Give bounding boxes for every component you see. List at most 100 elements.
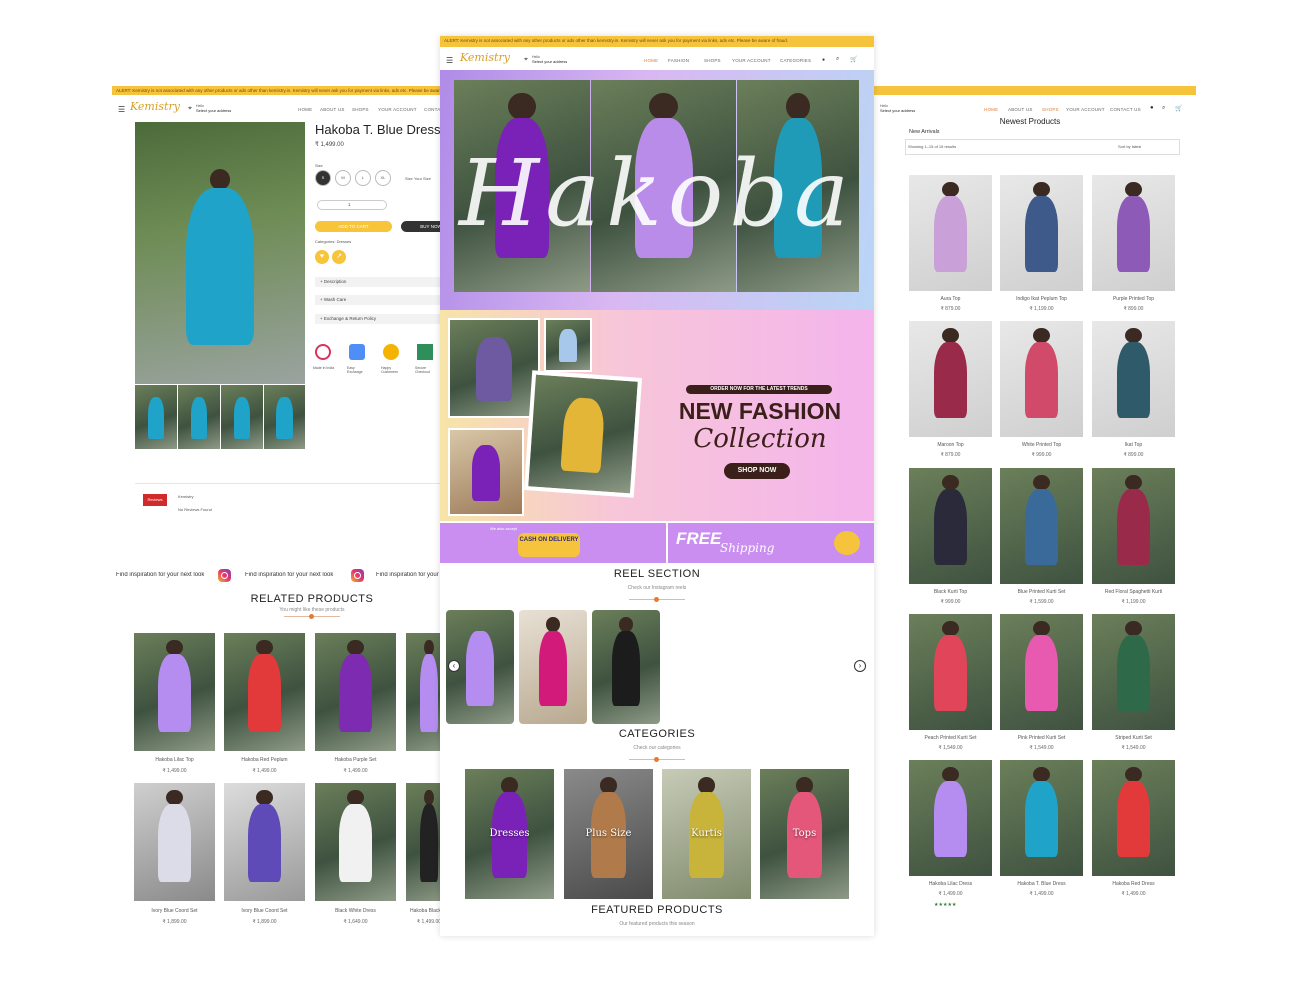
product-main-image[interactable] xyxy=(135,122,305,384)
nav-home[interactable]: HOME xyxy=(984,107,998,112)
product-thumbnail[interactable] xyxy=(221,385,263,449)
related-product-name[interactable]: Ivory Blue Coord Set xyxy=(224,908,305,914)
product-name[interactable]: Hakoba T. Blue Dress xyxy=(1000,881,1083,887)
category-card-dresses[interactable]: Dresses xyxy=(465,769,554,899)
related-product-image[interactable] xyxy=(134,783,215,901)
add-to-cart-button[interactable]: ADD TO CART xyxy=(315,221,392,232)
share-icon[interactable]: ↗ xyxy=(332,250,346,264)
related-product-image[interactable] xyxy=(224,783,305,901)
shop-now-button[interactable]: SHOP NOW xyxy=(724,463,790,479)
location-pin-icon[interactable]: ⌖ xyxy=(188,105,192,113)
search-icon[interactable]: ⌕ xyxy=(836,56,839,63)
chevron-left-icon[interactable]: ‹ xyxy=(448,660,460,672)
logo[interactable]: Kemistry xyxy=(130,100,180,113)
related-product-image[interactable] xyxy=(315,783,396,901)
nav-home[interactable]: HOME xyxy=(644,58,658,63)
product-name[interactable]: Indigo Ikat Peplum Top xyxy=(1000,296,1083,302)
nav-account[interactable]: YOUR ACCOUNT xyxy=(1066,107,1105,112)
logo[interactable]: Kemistry xyxy=(460,51,510,64)
heart-icon[interactable]: ♥ xyxy=(315,250,329,264)
reel-video[interactable] xyxy=(519,610,587,724)
nav-about[interactable]: ABOUT US xyxy=(1008,107,1033,112)
nav-account[interactable]: YOUR ACCOUNT xyxy=(378,107,417,112)
product-thumbnail[interactable] xyxy=(135,385,177,449)
reel-video[interactable] xyxy=(592,610,660,724)
nav-account[interactable]: YOUR ACCOUNT xyxy=(732,58,771,63)
product-image[interactable] xyxy=(909,468,992,584)
related-product-name[interactable]: Hakoba Purple Set xyxy=(315,757,396,763)
product-name[interactable]: Peach Printed Kurti Set xyxy=(909,735,992,741)
sort-select[interactable]: Sort by latest xyxy=(1118,144,1141,149)
product-image[interactable] xyxy=(909,321,992,437)
location-select[interactable]: Select your address xyxy=(196,108,231,113)
product-image[interactable] xyxy=(909,614,992,730)
product-image[interactable] xyxy=(1092,614,1175,730)
product-image[interactable] xyxy=(1092,468,1175,584)
promo-banner[interactable]: ORDER NOW FOR THE LATEST TRENDS NEW FASH… xyxy=(440,310,874,521)
product-image[interactable] xyxy=(1000,614,1083,730)
product-name[interactable]: Hakoba Lilac Dress xyxy=(909,881,992,887)
search-icon[interactable]: ⌕ xyxy=(1162,105,1165,112)
product-name[interactable]: Red Floral Spaghetti Kurti xyxy=(1092,589,1175,595)
size-option[interactable]: L xyxy=(355,170,371,186)
nav-shops[interactable]: SHOPS xyxy=(1042,107,1059,112)
location-select[interactable]: Select your address xyxy=(532,59,567,64)
product-image[interactable] xyxy=(909,760,992,876)
location-select[interactable]: Select your address xyxy=(880,108,915,113)
product-name[interactable]: Aura Top xyxy=(909,296,992,302)
related-product-name[interactable]: Black White Dress xyxy=(315,908,396,914)
product-thumbnail[interactable] xyxy=(178,385,220,449)
hamburger-icon[interactable]: ☰ xyxy=(446,56,453,65)
related-product-name[interactable]: Ivory Blue Coord Set xyxy=(134,908,215,914)
product-name[interactable]: Maroon Top xyxy=(909,442,992,448)
product-name[interactable]: Black Kurti Top xyxy=(909,589,992,595)
accordion-exchange[interactable]: + Exchange & Return Policy xyxy=(315,314,455,324)
product-image[interactable] xyxy=(1092,760,1175,876)
user-icon[interactable]: ● xyxy=(1150,105,1154,111)
accordion-description[interactable]: + Description xyxy=(315,277,455,287)
product-image[interactable] xyxy=(1000,760,1083,876)
instagram-icon[interactable] xyxy=(218,569,231,582)
category-card-kurtis[interactable]: Kurtis xyxy=(662,769,751,899)
product-image[interactable] xyxy=(1092,175,1175,291)
related-product-name[interactable]: Hakoba Lilac Top xyxy=(134,757,215,763)
instagram-icon[interactable] xyxy=(351,569,364,582)
nav-shops[interactable]: SHOPS xyxy=(352,107,369,112)
product-name[interactable]: Pink Printed Kurti Set xyxy=(1000,735,1083,741)
quantity-stepper[interactable] xyxy=(317,200,387,210)
product-image[interactable] xyxy=(1000,468,1083,584)
category-card-plus-size[interactable]: Plus Size xyxy=(564,769,653,899)
product-image[interactable] xyxy=(1092,321,1175,437)
size-option[interactable]: M xyxy=(335,170,351,186)
size-guide-link[interactable]: Size Your Size xyxy=(405,176,431,181)
nav-home[interactable]: HOME xyxy=(298,107,312,112)
location-pin-icon[interactable]: ⌖ xyxy=(524,56,528,64)
size-option[interactable]: S xyxy=(315,170,331,186)
product-image[interactable] xyxy=(1000,175,1083,291)
related-product-name[interactable]: Hakoba Red Peplum xyxy=(224,757,305,763)
product-image[interactable] xyxy=(1000,321,1083,437)
size-option[interactable]: XL xyxy=(375,170,391,186)
cart-icon[interactable]: 🛒 xyxy=(1175,105,1182,112)
product-name[interactable]: White Printed Top xyxy=(1000,442,1083,448)
product-thumbnail[interactable] xyxy=(264,385,305,449)
product-name[interactable]: Ikat Top xyxy=(1092,442,1175,448)
product-image[interactable] xyxy=(909,175,992,291)
hamburger-icon[interactable]: ☰ xyxy=(118,105,125,114)
nav-fashion[interactable]: FASHION xyxy=(668,58,689,63)
related-product-image[interactable] xyxy=(315,633,396,751)
category-card-tops[interactable]: Tops xyxy=(760,769,849,899)
chevron-right-icon[interactable]: › xyxy=(854,660,866,672)
nav-shops[interactable]: SHOPS xyxy=(704,58,721,63)
related-product-image[interactable] xyxy=(134,633,215,751)
product-name[interactable]: Striped Kurti Set xyxy=(1092,735,1175,741)
hero-banner[interactable]: Hakoba xyxy=(440,70,874,310)
product-name[interactable]: Purple Printed Top xyxy=(1092,296,1175,302)
nav-about[interactable]: ABOUT US xyxy=(320,107,345,112)
related-product-image[interactable] xyxy=(224,633,305,751)
nav-categories[interactable]: CATEGORIES xyxy=(780,58,811,63)
user-icon[interactable]: ● xyxy=(822,57,825,63)
accordion-wash-care[interactable]: + Wash Care xyxy=(315,295,455,305)
cart-icon[interactable]: 🛒 xyxy=(850,56,857,63)
product-name[interactable]: Hakoba Red Dress xyxy=(1092,881,1175,887)
